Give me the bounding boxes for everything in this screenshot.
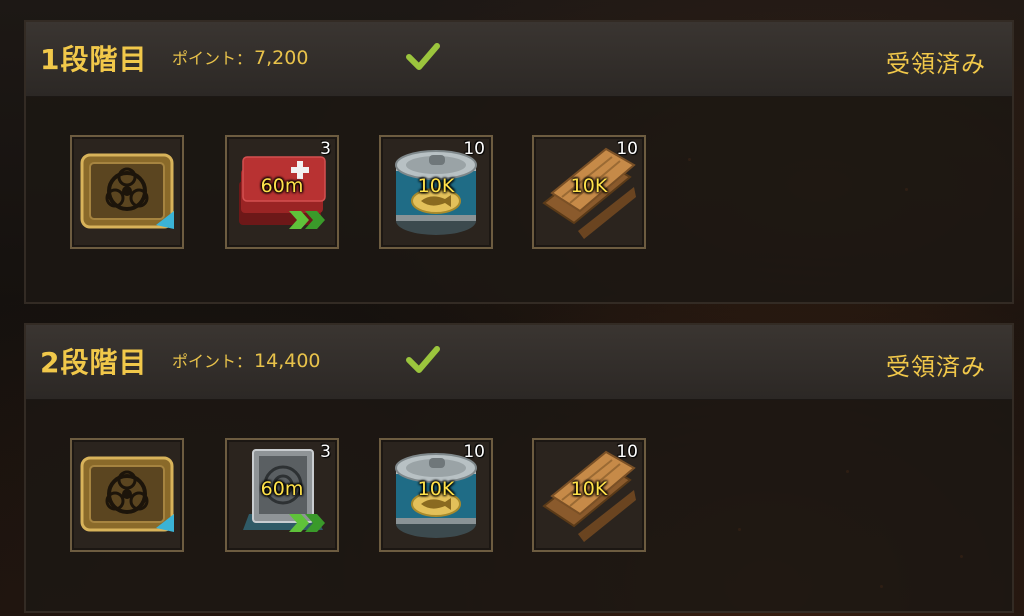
tier-points: ポイント： 7,200 xyxy=(172,45,308,69)
reward-items: 3 60m 10 10K 10 10K xyxy=(70,135,670,251)
biohazard-crate-icon xyxy=(80,456,176,534)
claimed-status: 受領済み xyxy=(886,50,986,78)
reward-item-wood[interactable]: 10 10K xyxy=(532,438,646,552)
points-label: ポイント： xyxy=(172,49,253,68)
item-amount: 10K xyxy=(570,478,608,500)
tier-points: ポイント： 14,400 xyxy=(172,348,321,372)
item-amount: 60m xyxy=(260,175,304,197)
reward-items: 3 60m 10 10K 10 10K xyxy=(70,438,670,554)
tier-title: 2段階目 xyxy=(40,346,148,379)
reward-item-speedup[interactable]: 3 60m xyxy=(225,438,339,552)
item-quantity: 10 xyxy=(463,139,485,159)
item-amount: 10K xyxy=(417,478,455,500)
tier-panel-1: 1段階目 ポイント： 7,200 受領済み 3 60m 10 10K 10 10K xyxy=(24,20,1014,304)
checkmark-icon xyxy=(406,43,440,70)
item-quantity: 3 xyxy=(320,139,331,159)
checkmark-icon xyxy=(406,346,440,373)
item-amount: 10K xyxy=(570,175,608,197)
reward-item-biohazard-crate[interactable] xyxy=(70,438,184,552)
item-quantity: 10 xyxy=(463,442,485,462)
tier-header: 2段階目 ポイント： 14,400 受領済み xyxy=(26,325,1012,400)
tier-header: 1段階目 ポイント： 7,200 受領済み xyxy=(26,22,1012,97)
reward-item-biohazard-crate[interactable] xyxy=(70,135,184,249)
claimed-status: 受領済み xyxy=(886,353,986,381)
points-value: 14,400 xyxy=(254,350,321,372)
item-quantity: 3 xyxy=(320,442,331,462)
reward-item-wood[interactable]: 10 10K xyxy=(532,135,646,249)
item-amount: 10K xyxy=(417,175,455,197)
biohazard-crate-icon xyxy=(80,153,176,231)
tier-panel-2: 2段階目 ポイント： 14,400 受領済み 3 60m 10 10K 10 10… xyxy=(24,323,1014,613)
reward-item-food[interactable]: 10 10K xyxy=(379,135,493,249)
points-label: ポイント： xyxy=(172,352,253,371)
reward-item-speedup[interactable]: 3 60m xyxy=(225,135,339,249)
item-quantity: 10 xyxy=(616,442,638,462)
item-quantity: 10 xyxy=(616,139,638,159)
tier-title: 1段階目 xyxy=(40,43,148,76)
reward-item-food[interactable]: 10 10K xyxy=(379,438,493,552)
points-value: 7,200 xyxy=(254,47,309,69)
item-amount: 60m xyxy=(260,478,304,500)
